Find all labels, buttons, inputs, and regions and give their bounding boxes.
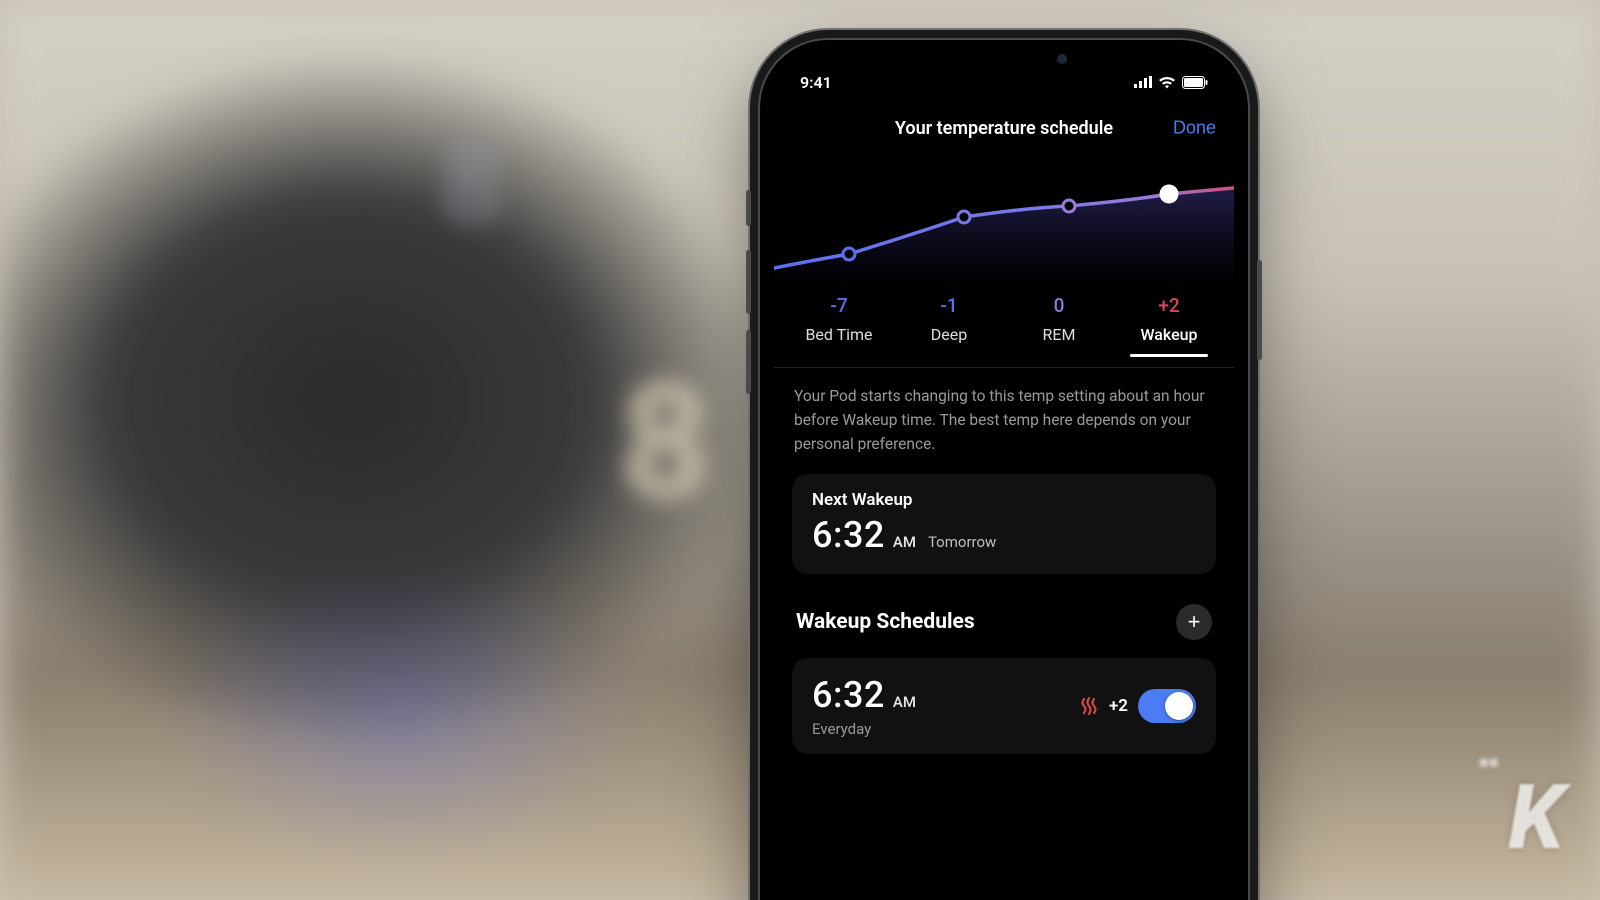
- stage-name: REM: [1004, 325, 1114, 344]
- done-button[interactable]: Done: [1173, 118, 1216, 139]
- stage-value: -7: [784, 294, 894, 317]
- stage-deep[interactable]: -1 Deep: [894, 294, 1004, 357]
- stage-value: 0: [1004, 294, 1114, 317]
- site-watermark: ▪ ▪ K: [1508, 765, 1560, 870]
- stage-name: Deep: [894, 325, 1004, 344]
- phone-frame: 9:41 Your temperature schedule Done: [760, 40, 1248, 900]
- schedule-temp: +2: [1109, 696, 1128, 716]
- battery-icon: [1182, 76, 1208, 89]
- next-wakeup-card[interactable]: Next Wakeup 6:32 AM Tomorrow: [792, 474, 1216, 574]
- next-wakeup-time: 6:32: [812, 514, 885, 556]
- schedule-ampm: AM: [893, 693, 916, 711]
- add-schedule-button[interactable]: +: [1176, 604, 1212, 640]
- wifi-icon: [1158, 76, 1176, 89]
- stage-name: Wakeup: [1114, 325, 1224, 344]
- cellular-icon: [1134, 76, 1152, 88]
- next-wakeup-label: Next Wakeup: [812, 490, 1196, 510]
- schedule-time: 6:32: [812, 674, 885, 716]
- nav-bar: Your temperature schedule Done: [774, 104, 1234, 152]
- plus-icon: +: [1188, 609, 1201, 635]
- schedule-item[interactable]: 6:32 AM Everyday +2: [792, 658, 1216, 754]
- schedule-repeat: Everyday: [812, 720, 916, 738]
- temperature-chart[interactable]: -7 Bed Time-1 Deep0 REM+2 Wakeup: [774, 158, 1234, 368]
- stage-value: +2: [1114, 294, 1224, 317]
- page-title: Your temperature schedule: [895, 118, 1113, 139]
- stage-value: -1: [894, 294, 1004, 317]
- status-time: 9:41: [800, 73, 832, 92]
- stage-description: Your Pod starts changing to this temp se…: [774, 368, 1234, 470]
- schedule-toggle[interactable]: [1138, 689, 1196, 723]
- stage-name: Bed Time: [784, 325, 894, 344]
- next-wakeup-ampm: AM: [893, 533, 916, 551]
- next-wakeup-day: Tomorrow: [928, 533, 996, 551]
- heat-icon: [1079, 696, 1099, 716]
- stage-rem[interactable]: 0 REM: [1004, 294, 1114, 357]
- stage-wakeup[interactable]: +2 Wakeup: [1114, 294, 1224, 357]
- schedules-title: Wakeup Schedules: [796, 610, 975, 634]
- stage-bed-time[interactable]: -7 Bed Time: [784, 294, 894, 357]
- app-screen: 9:41 Your temperature schedule Done: [774, 54, 1234, 900]
